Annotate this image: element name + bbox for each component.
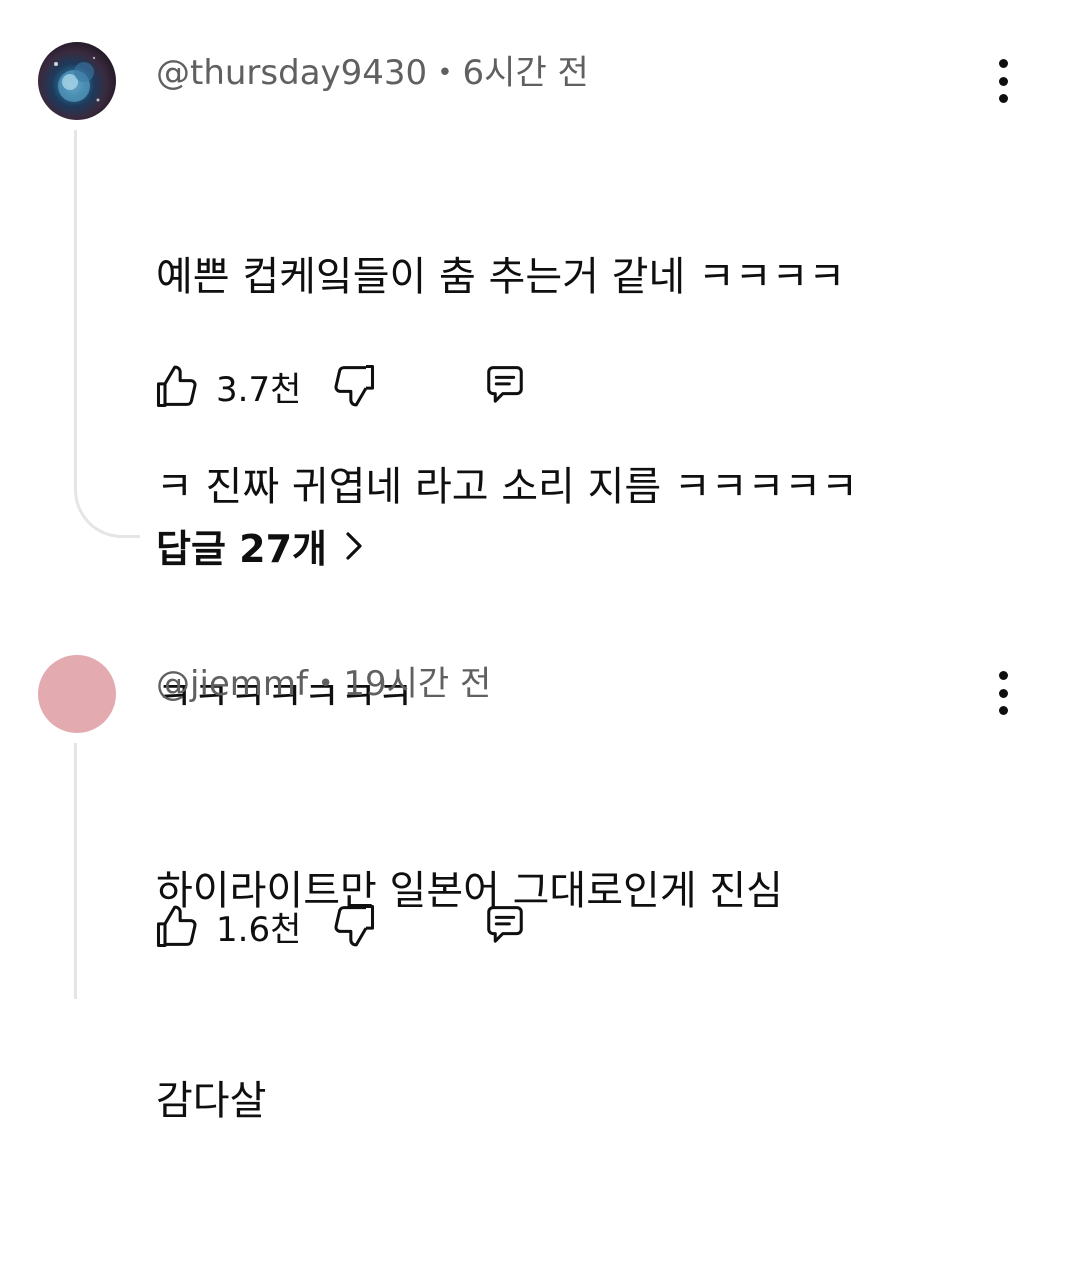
thread-line [74,743,77,999]
like-count: 1.6천 [216,909,302,950]
more-button[interactable] [988,671,1018,715]
thread-line [74,130,77,490]
thumbs-down-icon[interactable] [327,360,379,412]
thumbs-up-icon[interactable] [152,900,204,952]
more-vertical-icon [998,59,1008,68]
comment-text: 하이라이트만 일본어 그대로인게 진심 감다살 [156,716,996,1276]
separator: • [318,669,334,699]
comment-time: 19시간 전 [343,664,492,704]
comment-actions: 3.7천 [152,358,531,414]
comment-header: @thursday9430 • 6시간 전 [156,56,589,90]
comment-author[interactable]: @jiemmf [156,664,308,704]
avatar[interactable] [38,655,116,733]
thumbs-up-icon[interactable] [152,360,204,412]
comment-header: @jiemmf • 19시간 전 [156,667,491,701]
comment-line: 예쁜 컵케잌들이 춤 추는거 같네 ㅋㅋㅋㅋ [156,254,846,300]
comment-line: 감다살 [156,1078,267,1124]
comment-author[interactable]: @thursday9430 [156,53,427,93]
comment-icon[interactable] [479,900,531,952]
comment-icon[interactable] [479,360,531,412]
comment-line: ㅋ 진짜 귀엽네 라고 소리 지름 ㅋㅋㅋㅋㅋ [156,464,858,510]
comment-time: 6시간 전 [462,53,589,93]
thumbs-down-icon[interactable] [327,900,379,952]
comment-actions: 1.6천 [152,898,531,954]
more-vertical-icon [998,671,1008,680]
avatar[interactable] [38,42,116,120]
chevron-right-icon [346,531,362,560]
replies-label: 답글 27개 [156,527,327,571]
thread-curve [74,488,140,538]
like-count: 3.7천 [216,369,302,410]
separator: • [437,58,453,88]
space-nebula-avatar [54,56,100,102]
replies-link[interactable]: 답글 27개 [156,518,367,573]
more-button[interactable] [988,59,1018,103]
